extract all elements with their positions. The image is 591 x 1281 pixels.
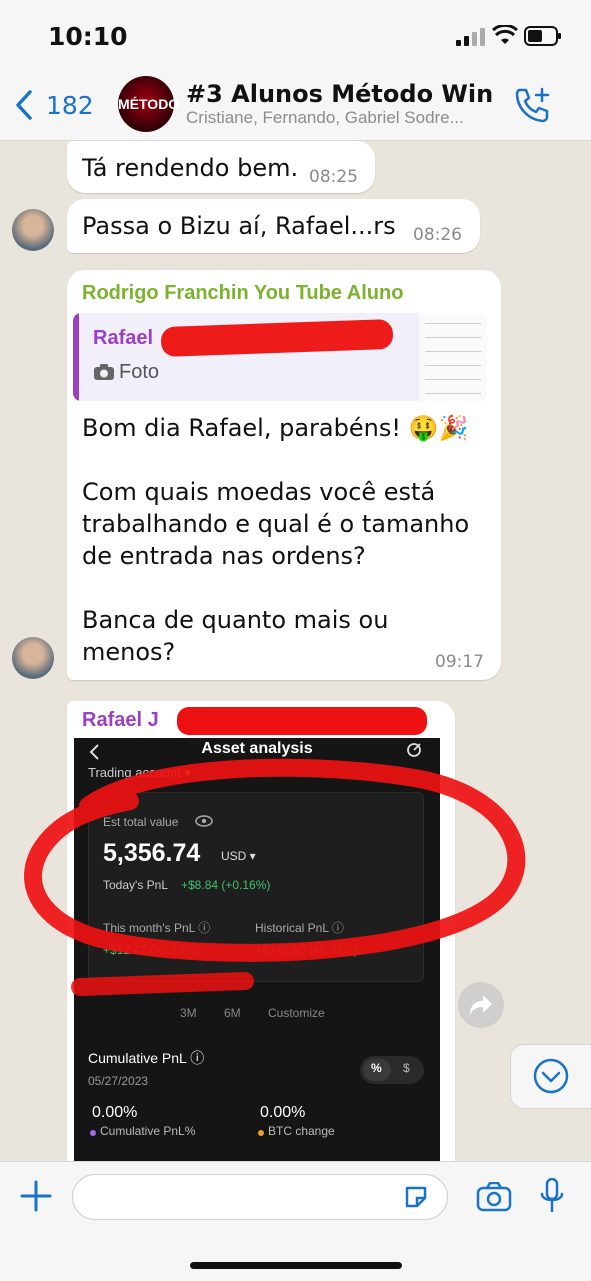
btc-change-label: BTC change (268, 1124, 335, 1138)
sender-avatar[interactable] (12, 637, 54, 679)
btc-change-value: 0.00% (260, 1104, 306, 1121)
chevron-down-circle-icon (533, 1058, 569, 1094)
message-bubble[interactable]: Rodrigo Franchin You Tube Aluno Rafael F… (67, 270, 501, 680)
message-bubble[interactable]: Tá rendendo bem. 08:25 (67, 141, 375, 193)
message-paragraph: Bom dia Rafael, parabéns! 🤑🎉 (82, 414, 469, 442)
microphone-icon[interactable] (540, 1178, 564, 1214)
legend-dot (258, 1130, 264, 1136)
battery-icon (524, 26, 561, 46)
message-bubble[interactable]: Passa o Bizu aí, Rafael...rs 08:26 (67, 199, 480, 253)
signal-icon (456, 28, 485, 46)
pct-usd-toggle: % $ (360, 1056, 424, 1084)
red-circle-annotation (24, 758, 526, 996)
chat-area[interactable]: Tá rendendo bem. 08:25 Passa o Bizu aí, … (0, 141, 591, 1161)
toggle-pct: % (371, 1061, 382, 1075)
group-avatar[interactable]: MÉTODO WIN (118, 76, 179, 168)
camera-icon (94, 364, 114, 380)
back-unread-count[interactable]: 182 (46, 91, 94, 120)
message-paragraph: Banca de quanto mais ou menos? (82, 606, 389, 666)
reply-quote[interactable]: Rafael Foto (73, 313, 487, 401)
add-call-icon[interactable] (514, 86, 552, 124)
chat-header: 182 MÉTODO WIN #3 Alunos Método Win Cris… (0, 70, 591, 168)
plus-icon[interactable] (20, 1180, 52, 1212)
scroll-to-bottom-button[interactable] (510, 1044, 591, 1109)
toggle-usd: $ (403, 1061, 410, 1075)
reply-media-label: Foto (119, 361, 160, 383)
sender-name[interactable]: Rodrigo Franchin You Tube Aluno (82, 282, 403, 305)
message-time: 09:17 (435, 652, 484, 672)
message-text-field[interactable] (72, 1174, 448, 1220)
camera-button-icon[interactable] (476, 1182, 512, 1212)
status-bar: 10:10 (0, 0, 591, 70)
home-indicator (190, 1262, 402, 1269)
message-input-bar (0, 1161, 591, 1281)
sticker-icon[interactable] (403, 1184, 429, 1210)
message-text: Passa o Bizu aí, Rafael...rs (82, 212, 396, 240)
cumulative-pnl-label: Cumulative PnL ⓘ (88, 1050, 205, 1066)
message-text: Tá rendendo bem. (82, 154, 299, 182)
cumulative-pct-value: 0.00% (92, 1104, 138, 1121)
forward-button[interactable] (458, 982, 504, 1028)
cumulative-date: 05/27/2023 (88, 1074, 149, 1088)
back-chevron-icon[interactable] (14, 90, 34, 120)
legend-dot (90, 1130, 96, 1136)
sender-avatar[interactable] (12, 209, 54, 251)
wifi-icon (492, 25, 518, 44)
chat-title[interactable]: #3 Alunos Método Win (186, 80, 493, 108)
status-time: 10:10 (48, 22, 128, 51)
reply-sender-name: Rafael (93, 327, 154, 349)
message-paragraph: Com quais moedas você está trabalhando e… (82, 478, 470, 570)
reply-thumbnail (419, 313, 487, 401)
chat-members[interactable]: Cristiane, Fernando, Gabriel Sodre... (186, 108, 506, 128)
cumulative-pct-label: Cumulative PnL% (100, 1124, 196, 1138)
message-time: 08:26 (413, 225, 462, 245)
redaction-mark (160, 318, 394, 358)
message-time: 08:25 (309, 167, 358, 187)
forward-icon (470, 995, 492, 1015)
